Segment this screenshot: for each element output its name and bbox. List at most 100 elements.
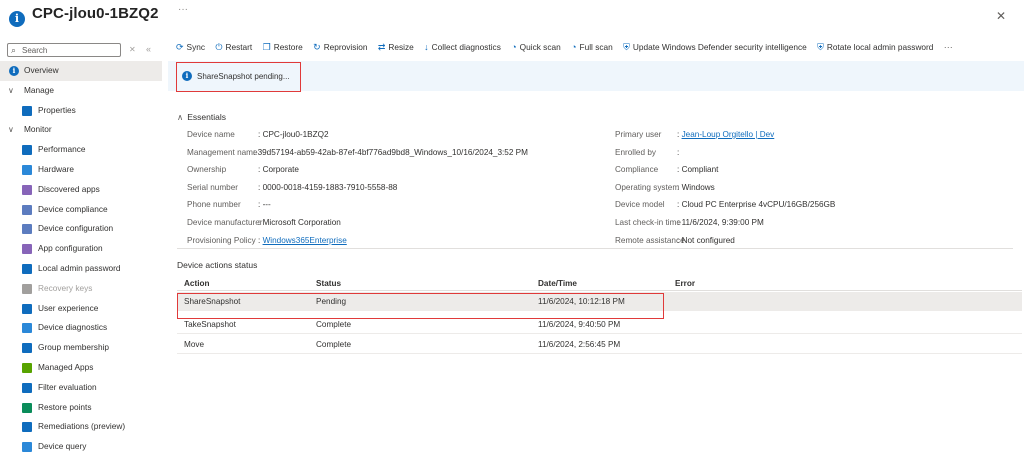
- full-scan-label: Full scan: [579, 42, 613, 52]
- property-value: : 39d57194-ab59-42ab-87ef-4bf776ad9bd8_W…: [253, 148, 528, 157]
- chevron-down-icon: ∨: [8, 85, 14, 95]
- sidebar-item-local-admin-password[interactable]: Local admin password: [0, 259, 162, 279]
- resize-button[interactable]: ⇄ Resize: [378, 42, 414, 53]
- sidebar-item-label: Device compliance: [38, 203, 108, 214]
- sidebar-item-label: User experience: [38, 302, 99, 313]
- sidebar-item-label: Manage: [24, 84, 54, 95]
- table-header: Action Status Date/Time Error: [177, 277, 1022, 291]
- sidebar-item-group-membership[interactable]: Group membership: [0, 338, 162, 358]
- sidebar-item-recovery-keys[interactable]: Recovery keys: [0, 279, 162, 299]
- table-row[interactable]: ShareSnapshot Pending 11/6/2024, 10:12:1…: [177, 292, 1022, 311]
- toolbar: ⟳ Sync ⏻ Restart ❐ Restore ↻ Reprovision ⇄ Re…: [176, 42, 953, 58]
- column-header: Status: [316, 279, 342, 288]
- quick-scan-button[interactable]: ◔ Quick scan: [511, 42, 560, 52]
- property-row: Last check-in time: [615, 218, 681, 227]
- sidebar-item-label: Device query: [38, 441, 87, 452]
- chevron-down-icon: ∨: [8, 125, 14, 135]
- sidebar-item-device-diagnostics[interactable]: Device diagnostics: [0, 318, 162, 338]
- essentials-toggle[interactable]: ∧ Essentials: [177, 112, 226, 123]
- search-box[interactable]: ⌕: [7, 43, 121, 57]
- more-options-button[interactable]: ···: [178, 4, 188, 15]
- sidebar-item-device-query[interactable]: Device query: [0, 437, 162, 457]
- resize-label: Resize: [388, 42, 414, 52]
- property-row: Operating system: [615, 183, 679, 192]
- collect-diagnostics-button[interactable]: ↓ Collect diagnostics: [424, 42, 501, 52]
- property-value-text: Not configured: [681, 235, 735, 245]
- scan-icon: ◔: [511, 42, 517, 52]
- reprovision-button[interactable]: ↻ Reprovision: [313, 42, 367, 53]
- sidebar-item-user-experience[interactable]: User experience: [0, 299, 162, 319]
- update-defender-button[interactable]: ⛨ Update Windows Defender security intell…: [623, 42, 807, 53]
- collapse-sidebar-button[interactable]: «: [146, 44, 151, 54]
- property-row: Ownership: [187, 165, 226, 174]
- restart-button[interactable]: ⏻ Restart: [215, 42, 252, 53]
- sidebar-item-manage[interactable]: ∨ Manage: [0, 81, 162, 101]
- column-header: Action: [184, 279, 210, 288]
- clear-search-button[interactable]: ✕: [129, 45, 136, 54]
- sidebar-item-device-configuration[interactable]: Device configuration: [0, 219, 162, 239]
- power-icon: ⏻: [215, 42, 223, 52]
- property-row: Serial number: [187, 183, 238, 192]
- performance-icon: [22, 145, 32, 156]
- table-row[interactable]: TakeSnapshot Complete 11/6/2024, 9:40:50…: [177, 315, 1022, 334]
- restore-button[interactable]: ❐ Restore: [263, 42, 303, 53]
- chevron-up-icon: ∧: [177, 112, 184, 122]
- sidebar-item-discovered-apps[interactable]: Discovered apps: [0, 180, 162, 200]
- property-value: : 0000-0018-4159-1883-7910-5558-88: [258, 183, 397, 192]
- rotate-password-button[interactable]: ⛨ Rotate local admin password: [817, 42, 933, 53]
- sidebar-item-remediations-preview[interactable]: Remediations (preview): [0, 417, 162, 437]
- column-header: Error: [675, 279, 696, 288]
- property-label: Compliance: [615, 165, 659, 175]
- restart-label: Restart: [225, 42, 253, 52]
- sidebar-item-managed-apps[interactable]: Managed Apps: [0, 358, 162, 378]
- sync-label: Sync: [186, 42, 205, 52]
- sidebar-item-app-configuration[interactable]: App configuration: [0, 239, 162, 259]
- sidebar-item-label: Performance: [38, 144, 86, 155]
- apps-icon: [22, 184, 32, 195]
- password-icon: [22, 263, 32, 274]
- quick-scan-label: Quick scan: [519, 42, 561, 52]
- section-title: Device actions status: [177, 260, 258, 270]
- property-value-text: Corporate: [262, 165, 299, 175]
- property-value-text: Cloud PC Enterprise 4vCPU/16GB/256GB: [681, 200, 836, 210]
- search-input[interactable]: [22, 45, 118, 55]
- page-header: i CPC-jlou0-1BZQ2 ··· ✕: [0, 0, 1024, 36]
- sidebar-item-restore-points[interactable]: Restore points: [0, 398, 162, 418]
- property-value: : Compliant: [677, 165, 718, 174]
- sidebar-item-hardware[interactable]: Hardware: [0, 160, 162, 180]
- sync-button[interactable]: ⟳ Sync: [176, 42, 205, 53]
- property-row: Enrolled by: [615, 148, 656, 157]
- sidebar-item-monitor[interactable]: ∨ Monitor: [0, 120, 162, 140]
- property-value: : CPC-jlou0-1BZQ2: [258, 130, 329, 139]
- properties-icon: [22, 105, 32, 116]
- sidebar-item-performance[interactable]: Performance: [0, 140, 162, 160]
- sidebar-nav: i Overview ∨ Manage Properties ∨ Monitor Perfor…: [0, 61, 162, 457]
- configuration-icon: [22, 224, 32, 235]
- action-cell: TakeSnapshot: [184, 320, 236, 329]
- close-button[interactable]: ✕: [996, 9, 1006, 23]
- sidebar-item-label: Recovery keys: [38, 282, 93, 293]
- toolbar-more-button[interactable]: ···: [944, 42, 953, 52]
- update-defender-label: Update Windows Defender security intelli…: [632, 42, 807, 52]
- filter-icon: [22, 382, 32, 393]
- table-row[interactable]: Move Complete 11/6/2024, 2:56:45 PM: [177, 335, 1022, 354]
- full-scan-button[interactable]: ◔ Full scan: [571, 42, 613, 52]
- property-row: Remote assistance: [615, 236, 685, 245]
- restore-points-icon: [22, 402, 32, 413]
- sidebar-item-label: Discovered apps: [38, 183, 100, 194]
- key-icon: [22, 283, 32, 294]
- user-experience-icon: [22, 303, 32, 314]
- info-icon: i: [9, 11, 25, 27]
- query-icon: [22, 442, 32, 453]
- property-value-text: Jean-Loup Orgitello | Dev: [681, 130, 775, 139]
- sidebar-item-properties[interactable]: Properties: [0, 101, 162, 121]
- sidebar-item-overview[interactable]: i Overview: [0, 61, 162, 81]
- reprovision-icon: ↻: [313, 42, 321, 52]
- sidebar-item-device-compliance[interactable]: Device compliance: [0, 200, 162, 220]
- property-row: Device manufacturer: [187, 218, 263, 227]
- sidebar-item-filter-evaluation[interactable]: Filter evaluation: [0, 378, 162, 398]
- property-link[interactable]: : Windows365Enterprise: [258, 236, 347, 245]
- rotate-password-label: Rotate local admin password: [826, 42, 934, 52]
- property-link[interactable]: : Jean-Loup Orgitello | Dev: [677, 130, 774, 139]
- managed-apps-icon: [22, 362, 32, 373]
